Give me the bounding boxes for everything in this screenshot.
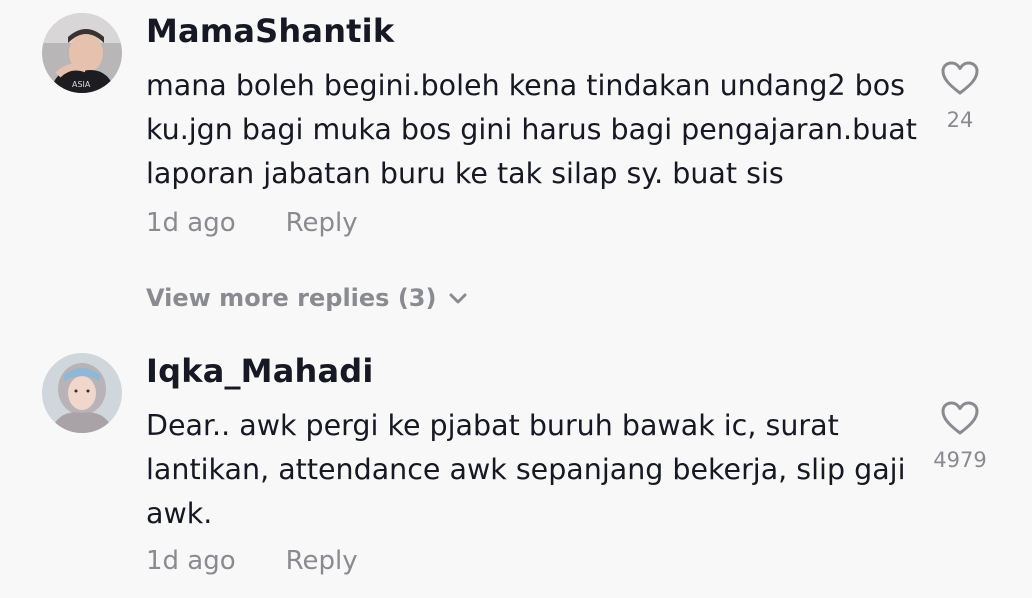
comment-text: mana boleh begini.boleh kena tindakan un…	[146, 64, 917, 196]
heart-outline-icon	[920, 400, 1000, 436]
comment-item: ASIA MamaShantik mana boleh begini.boleh…	[0, 0, 1032, 340]
avatar[interactable]: ASIA	[42, 13, 122, 93]
comment-text-line: laporan jabatan buru ke tak silap sy. bu…	[146, 157, 784, 190]
comment-username[interactable]: Iqka_Mahadi	[146, 352, 374, 390]
comment-meta: 1d ago Reply	[146, 546, 358, 576]
comment-text: Dear.. awk pergi ke pjabat buruh bawak i…	[146, 404, 916, 536]
chevron-down-icon	[448, 284, 468, 312]
comment-text-line: ku.jgn bagi muka bos gini harus bagi pen…	[146, 113, 917, 146]
avatar[interactable]	[42, 353, 122, 433]
reply-button[interactable]: Reply	[286, 208, 358, 238]
view-more-replies-button[interactable]: View more replies (3)	[146, 284, 468, 312]
comment-meta: 1d ago Reply	[146, 208, 358, 238]
comment-username[interactable]: MamaShantik	[146, 12, 394, 50]
comment-timestamp: 1d ago	[146, 546, 236, 576]
comment-timestamp: 1d ago	[146, 208, 236, 238]
like-count: 24	[946, 108, 974, 132]
like-button[interactable]: 4979	[920, 400, 1000, 472]
like-count: 4979	[933, 448, 987, 472]
like-button[interactable]: 24	[920, 60, 1000, 132]
heart-outline-icon	[920, 60, 1000, 96]
comment-text-line: awk.	[146, 497, 213, 530]
comment-item: Iqka_Mahadi Dear.. awk pergi ke pjabat b…	[0, 340, 1032, 598]
comment-text-line: lantikan, attendance awk sepanjang beker…	[146, 453, 906, 486]
comment-text-line: Dear.. awk pergi ke pjabat buruh bawak i…	[146, 409, 839, 442]
comment-list: ASIA MamaShantik mana boleh begini.boleh…	[0, 0, 1032, 598]
comment-text-line: mana boleh begini.boleh kena tindakan un…	[146, 69, 906, 102]
svg-text:ASIA: ASIA	[72, 80, 91, 89]
view-more-replies-label: View more replies (3)	[146, 284, 437, 312]
reply-button[interactable]: Reply	[286, 546, 358, 576]
